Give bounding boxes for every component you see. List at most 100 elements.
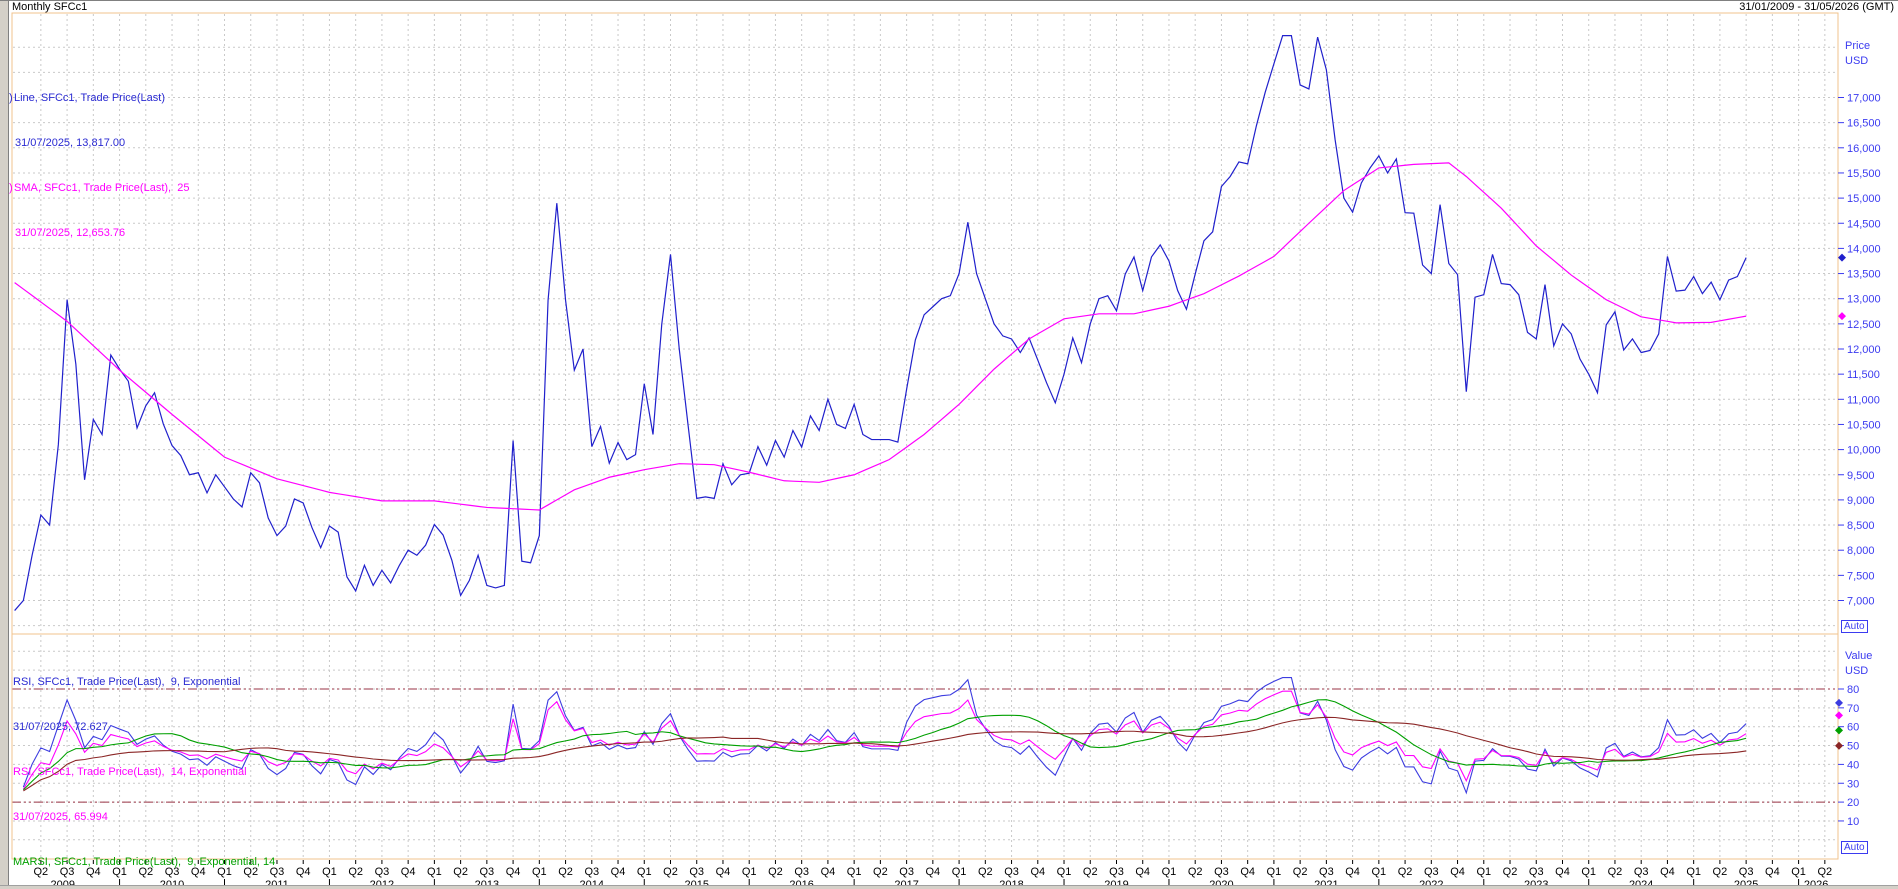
x-quarter-label: Q1 — [532, 866, 547, 878]
x-quarter-label: Q4 — [1030, 866, 1045, 878]
price-tick-label: 12,000 — [1847, 344, 1881, 356]
price-axis-title: Price USD — [1845, 39, 1870, 69]
chart-canvas: 7,0007,5008,0008,5009,0009,50010,00010,5… — [0, 1, 1898, 889]
legend-value: 31/07/2025, 72.627 — [13, 721, 108, 733]
legend-rsi9-series[interactable]: RSI, SFCc1, Trade Price(Last), 9, Expone… — [13, 675, 281, 690]
legend-rsi14-series[interactable]: RSI, SFCc1, Trade Price(Last), 14, Expon… — [13, 765, 281, 780]
price-tick-label: 12,500 — [1847, 319, 1881, 331]
rsi-tick-label: 30 — [1847, 778, 1859, 790]
x-quarter-label: Q4 — [1345, 866, 1360, 878]
marsi14-line-series — [23, 717, 1746, 791]
x-quarter-label: Q1 — [322, 866, 337, 878]
value-axis-title: Value USD — [1845, 649, 1872, 679]
x-quarter-label: Q2 — [453, 866, 468, 878]
x-quarter-label: Q4 — [506, 866, 521, 878]
x-quarter-label: Q2 — [348, 866, 363, 878]
rsi-panel-border — [12, 634, 1838, 859]
x-quarter-label: Q2 — [1083, 866, 1098, 878]
legend-label: SMA, SFCc1, Trade Price(Last), 25 — [14, 182, 189, 194]
rsi-last-value-marker-icon — [1835, 742, 1843, 750]
x-quarter-label: Q2 — [1608, 866, 1623, 878]
legend-marsi9-series[interactable]: MARSI, SFCc1, Trade Price(Last), 9, Expo… — [13, 855, 281, 870]
legend-rsi14-value: 31/07/2025, 65.994 — [13, 810, 281, 825]
x-quarter-label: Q3 — [1109, 866, 1124, 878]
price-tick-label: 15,500 — [1847, 168, 1881, 180]
x-quarter-label: Q4 — [611, 866, 626, 878]
x-quarter-label: Q2 — [768, 866, 783, 878]
x-quarter-label: Q4 — [1765, 866, 1780, 878]
price-tick-label: 7,000 — [1847, 596, 1875, 608]
x-quarter-label: Q1 — [1057, 866, 1072, 878]
price-tick-label: 13,000 — [1847, 294, 1881, 306]
rsi-tick-label: 20 — [1847, 797, 1859, 809]
x-quarter-label: Q1 — [427, 866, 442, 878]
rsi-tick-label: 70 — [1847, 703, 1859, 715]
price-tick-label: 7,500 — [1847, 570, 1875, 582]
x-quarter-label: Q4 — [821, 866, 836, 878]
x-quarter-label: Q3 — [1004, 866, 1019, 878]
x-quarter-label: Q4 — [1450, 866, 1465, 878]
window-left-frame — [0, 1, 9, 889]
x-quarter-label: Q3 — [375, 866, 390, 878]
legend-price-line-value: 31/07/2025, 13,817.00 — [9, 136, 189, 151]
x-quarter-label: Q1 — [1791, 866, 1806, 878]
x-quarter-label: Q2 — [558, 866, 573, 878]
chart-window: Monthly SFCc1 31/01/2009 - 31/05/2026 (G… — [0, 0, 1898, 889]
value-axis-title-line2: USD — [1845, 664, 1872, 679]
price-tick-label: 14,500 — [1847, 218, 1881, 230]
x-quarter-label: Q3 — [689, 866, 704, 878]
x-quarter-label: Q1 — [637, 866, 652, 878]
rsi-tick-label: 10 — [1847, 816, 1859, 828]
price-scale-auto-button[interactable]: Auto — [1841, 620, 1868, 633]
x-quarter-label: Q3 — [1529, 866, 1544, 878]
x-quarter-label: Q1 — [1371, 866, 1386, 878]
price-tick-label: 11,000 — [1847, 394, 1880, 406]
x-quarter-label: Q1 — [742, 866, 757, 878]
x-quarter-label: Q1 — [1267, 866, 1282, 878]
rsi-tick-label: 80 — [1847, 684, 1859, 696]
price-tick-label: 14,000 — [1847, 243, 1881, 255]
value-axis-title-line1: Value — [1845, 649, 1872, 664]
x-quarter-label: Q4 — [401, 866, 416, 878]
price-tick-label: 9,000 — [1847, 495, 1875, 507]
x-quarter-label: Q4 — [1135, 866, 1150, 878]
x-quarter-label: Q3 — [1214, 866, 1229, 878]
x-quarter-label: Q4 — [1555, 866, 1570, 878]
x-quarter-label: Q1 — [1476, 866, 1491, 878]
x-quarter-label: Q3 — [1739, 866, 1754, 878]
rsi-scale-auto-button[interactable]: Auto — [1841, 841, 1868, 854]
x-quarter-label: Q4 — [1240, 866, 1255, 878]
price-tick-label: 16,500 — [1847, 118, 1881, 130]
price-tick-label: 10,000 — [1847, 445, 1881, 457]
x-quarter-label: Q1 — [1162, 866, 1177, 878]
price-tick-label: 17,000 — [1847, 93, 1881, 105]
x-quarter-label: Q3 — [1634, 866, 1649, 878]
rsi-last-value-marker-icon — [1835, 711, 1843, 719]
price-tick-label: 8,500 — [1847, 520, 1875, 532]
legend-label: RSI, SFCc1, Trade Price(Last), 14, Expon… — [13, 766, 247, 778]
rsi-tick-label: 60 — [1847, 722, 1859, 734]
legend-value: 31/07/2025, 12,653.76 — [15, 227, 125, 239]
rsi9-line-series — [23, 678, 1746, 793]
x-quarter-label: Q3 — [1424, 866, 1439, 878]
x-quarter-label: Q2 — [1293, 866, 1308, 878]
legend-label: RSI, SFCc1, Trade Price(Last), 9, Expone… — [13, 676, 240, 688]
legend-value: 31/07/2025, 65.994 — [13, 811, 108, 823]
price-tick-label: 16,000 — [1847, 143, 1881, 155]
x-quarter-label: Q2 — [978, 866, 993, 878]
legend-label: Line, SFCc1, Trade Price(Last) — [14, 92, 165, 104]
x-quarter-label: Q3 — [480, 866, 495, 878]
x-quarter-label: Q2 — [1398, 866, 1413, 878]
x-quarter-label: Q4 — [1660, 866, 1675, 878]
x-quarter-label: Q3 — [794, 866, 809, 878]
legend-sma-series[interactable]: )SMA, SFCc1, Trade Price(Last), 25 — [9, 181, 189, 196]
x-quarter-label: Q2 — [663, 866, 678, 878]
x-quarter-label: Q4 — [716, 866, 731, 878]
x-quarter-label: Q2 — [1503, 866, 1518, 878]
x-quarter-label: Q2 — [873, 866, 888, 878]
legend-price-line-series[interactable]: )Line, SFCc1, Trade Price(Last) — [9, 91, 189, 106]
price-tick-label: 15,000 — [1847, 193, 1881, 205]
legend-rsi9-value: 31/07/2025, 72.627 — [13, 720, 281, 735]
x-quarter-label: Q1 — [1581, 866, 1596, 878]
rsi-last-value-marker-icon — [1835, 726, 1843, 734]
